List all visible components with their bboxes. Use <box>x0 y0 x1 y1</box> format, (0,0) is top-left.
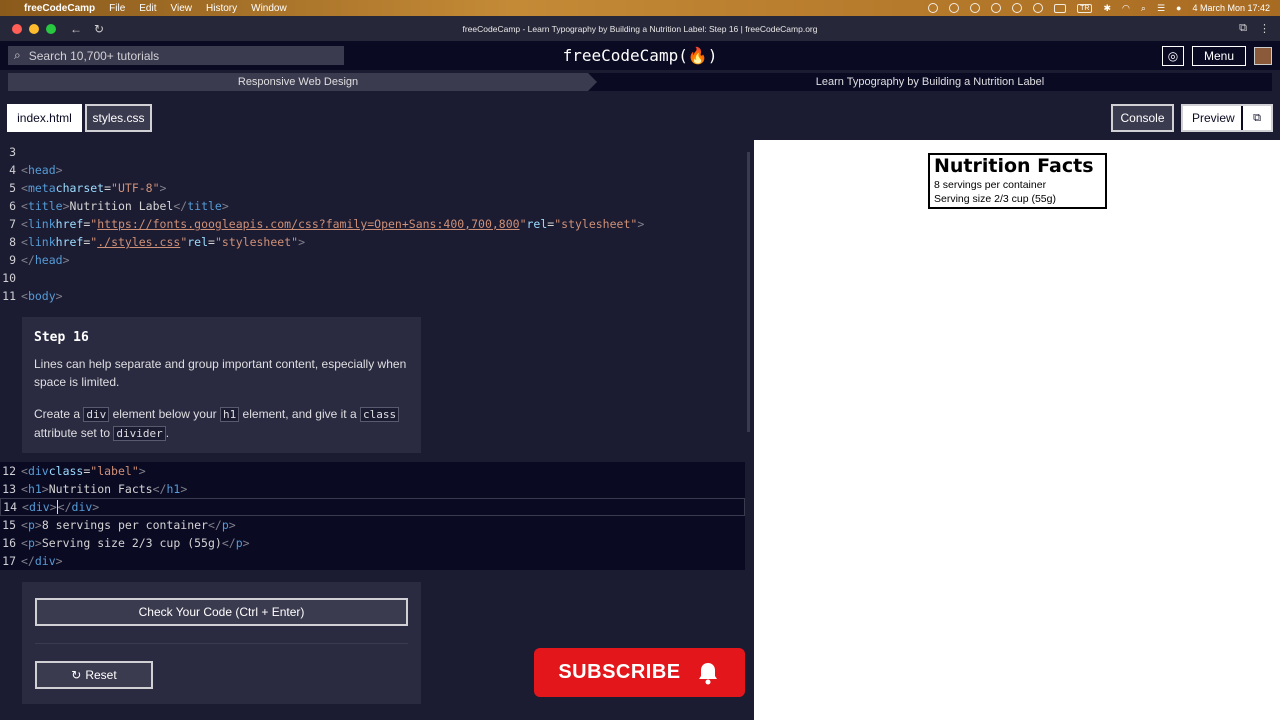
code-line[interactable]: 5 < meta charset = "UTF-8" > <box>0 179 745 197</box>
code-line[interactable]: 4 < head > <box>0 161 745 179</box>
code-line[interactable]: 9 </head > <box>0 251 745 269</box>
check-code-button[interactable]: Check Your Code (Ctrl + Enter) <box>35 598 408 626</box>
popout-icon[interactable]: ⧉ <box>1241 106 1271 130</box>
label-servings: 8 servings per container <box>934 179 1047 191</box>
code-line-current[interactable]: 14 < div > </div > <box>0 498 745 516</box>
menu-file[interactable]: File <box>109 3 125 14</box>
breadcrumb: Responsive Web Design Learn Typography b… <box>8 73 1272 91</box>
code-editor[interactable]: 3 4 < head > 5 < meta charset = "UTF-8" > 6 < ti… <box>0 140 751 720</box>
step-description: Lines can help separate and group import… <box>34 357 407 389</box>
code-line[interactable]: 10 <box>0 269 745 287</box>
play-icon[interactable] <box>1012 3 1023 13</box>
macos-menubar: freeCodeCamp File Edit View History Wind… <box>0 0 1280 16</box>
console-button[interactable]: Console <box>1111 104 1174 132</box>
fcc-navbar: ⌕ Search 10,700+ tutorials freeCodeCamp(… <box>0 41 1280 70</box>
code-line[interactable]: 3 <box>0 143 745 161</box>
search-icon: ⌕ <box>14 48 21 62</box>
step-instructions: Step 16 Lines can help separate and grou… <box>22 317 421 453</box>
subscribe-overlay[interactable]: SUBSCRIBE <box>534 648 745 697</box>
preview-pane: Nutrition Facts 8 servings per container… <box>754 140 1280 720</box>
code-line-editable[interactable]: 13 < h1 > Nutrition Facts </h1 > <box>0 480 745 498</box>
tab-styles-css[interactable]: styles.css <box>85 104 152 132</box>
code-line-editable[interactable]: 16 < p > Serving size 2/3 cup (55g) </p > <box>0 534 745 552</box>
reset-icon: ↻ <box>71 668 82 682</box>
airdrop-icon[interactable] <box>1033 3 1044 13</box>
code-line[interactable]: 11 < body > <box>0 287 745 305</box>
code-line-editable[interactable]: 12 < div class = "label" > <box>0 462 745 480</box>
preview-button[interactable]: Preview ⧉ <box>1181 104 1273 132</box>
bluetooth-icon[interactable]: ✱ <box>1103 3 1111 14</box>
subscribe-label: SUBSCRIBE <box>558 661 681 683</box>
wifi-icon[interactable]: ◠ <box>1122 3 1130 14</box>
search-input[interactable]: ⌕ Search 10,700+ tutorials <box>8 46 344 65</box>
spotlight-icon[interactable]: ⌕ <box>1141 3 1146 14</box>
search-placeholder: Search 10,700+ tutorials <box>28 48 160 63</box>
preview-label: Preview <box>1192 111 1235 125</box>
code-line[interactable]: 7 < link href = " https://fonts.googleapis.c… <box>0 215 745 233</box>
code-line-editable[interactable]: 15 < p >8 servings per container </p > <box>0 516 745 534</box>
breadcrumb-section[interactable]: Responsive Web Design <box>8 73 597 91</box>
window-title: freeCodeCamp - Learn Typography by Build… <box>462 23 818 34</box>
editor-tabs: index.html styles.css Console Preview ⧉ <box>0 100 1280 137</box>
label-title: Nutrition Facts <box>934 155 1094 177</box>
code-line[interactable]: 8 < link href = " ./styles.css " rel = "stylesh… <box>0 233 745 251</box>
battery-icon[interactable] <box>1054 3 1067 13</box>
record-icon[interactable] <box>928 3 939 13</box>
reset-label: Reset <box>85 668 117 682</box>
control-center-icon[interactable]: ☰ <box>1157 3 1165 14</box>
reset-button[interactable]: ↻ Reset <box>35 661 153 689</box>
label-serving-size: Serving size 2/3 cup (55g) <box>934 193 1056 205</box>
divider <box>35 643 408 644</box>
editor-scroll-thumb[interactable] <box>747 152 750 432</box>
clock-text[interactable]: 4 March Mon 17:42 <box>1192 3 1270 13</box>
app-menu[interactable]: freeCodeCamp <box>24 3 95 14</box>
input-source[interactable]: TR <box>1077 3 1093 13</box>
menu-edit[interactable]: Edit <box>139 3 156 14</box>
cloud-icon[interactable] <box>949 3 960 13</box>
bell-icon <box>695 660 721 686</box>
step-task: Create a div element below your h1 eleme… <box>34 405 409 443</box>
breadcrumb-project[interactable]: Learn Typography by Building a Nutrition… <box>588 73 1272 91</box>
menu-history[interactable]: History <box>206 3 237 14</box>
menu-window[interactable]: Window <box>251 3 287 14</box>
browser-titlebar: ← ↻ freeCodeCamp - Learn Typography by B… <box>0 16 1280 41</box>
menu-view[interactable]: View <box>171 3 193 14</box>
code-line-editable[interactable]: 17 </div > <box>0 552 745 570</box>
avatar[interactable] <box>1254 46 1272 65</box>
action-panel: Check Your Code (Ctrl + Enter) ↻ Reset <box>22 582 421 704</box>
extension-icon[interactable] <box>991 3 1002 13</box>
tab-index-html[interactable]: index.html <box>7 104 82 132</box>
siri-icon[interactable]: ● <box>1176 3 1181 13</box>
status-icons: TR ✱ ◠ ⌕ ☰ ● 4 March Mon 17:42 <box>928 3 1270 14</box>
step-title: Step 16 <box>34 330 89 345</box>
menu-button[interactable]: Menu <box>1191 45 1246 66</box>
nutrition-label: Nutrition Facts 8 servings per container… <box>928 153 1107 209</box>
code-line[interactable]: 6 < title > Nutrition Label </title > <box>0 197 745 215</box>
language-globe-icon[interactable]: ◎ <box>1161 45 1184 66</box>
shield-icon[interactable] <box>970 3 981 13</box>
